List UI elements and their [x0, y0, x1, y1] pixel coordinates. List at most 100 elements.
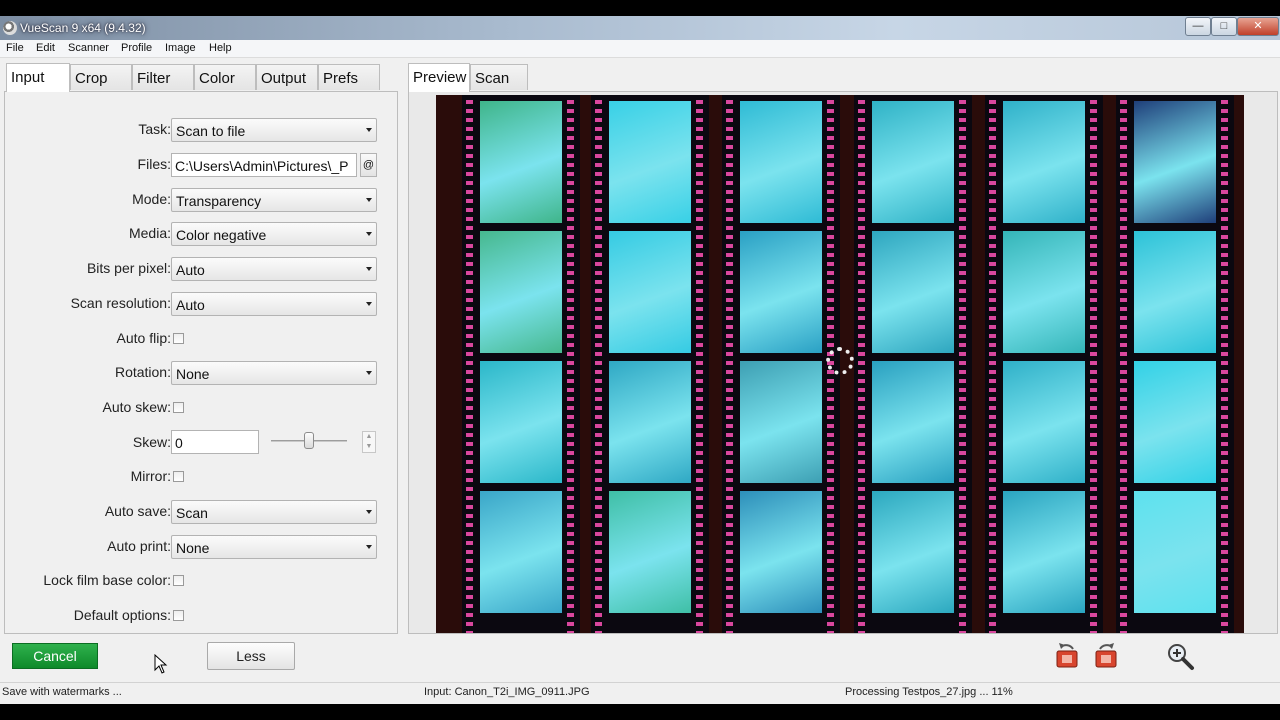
files-browse-button[interactable]: @: [360, 153, 377, 177]
cancel-button[interactable]: Cancel: [12, 643, 98, 669]
menu-edit[interactable]: Edit: [36, 42, 55, 54]
mode-select[interactable]: Transparency: [171, 188, 377, 212]
bits-per-pixel-value: Auto: [176, 262, 205, 278]
zoom-in-icon[interactable]: [1164, 640, 1196, 672]
maximize-button[interactable]: □: [1211, 17, 1237, 36]
close-button[interactable]: ✕: [1237, 17, 1279, 36]
auto-flip-checkbox[interactable]: [173, 333, 184, 344]
film-frame-thumbnail: [1003, 231, 1085, 353]
status-input-file: Input: Canon_T2i_IMG_0911.JPG: [424, 686, 590, 698]
skew-spinner[interactable]: ▲ ▼: [362, 431, 376, 453]
skew-input[interactable]: 0: [171, 430, 259, 454]
tab-crop[interactable]: Crop: [70, 64, 132, 90]
film-frame-thumbnail: [740, 491, 822, 613]
rotation-value: None: [176, 366, 210, 382]
rotation-label: Rotation:: [114, 364, 171, 380]
menu-image[interactable]: Image: [165, 42, 196, 54]
tab-filter[interactable]: Filter: [132, 64, 194, 90]
film-preview-image: [436, 95, 1244, 633]
auto-skew-checkbox[interactable]: [173, 402, 184, 413]
film-frame-thumbnail: [1003, 101, 1085, 223]
film-frame-thumbnail: [1134, 491, 1216, 613]
auto-skew-label: Auto skew:: [102, 399, 171, 415]
film-frame-thumbnail: [872, 231, 954, 353]
preview-area[interactable]: [408, 91, 1278, 634]
status-bar: Save with watermarks ... Input: Canon_T2…: [0, 682, 1280, 704]
rotate-left-icon[interactable]: [1053, 641, 1081, 669]
tab-output[interactable]: Output: [256, 64, 318, 90]
film-frame-thumbnail: [872, 491, 954, 613]
tab-scan[interactable]: Scan: [470, 64, 528, 90]
mirror-label: Mirror:: [130, 468, 171, 484]
tab-input[interactable]: Input: [6, 63, 70, 92]
film-frame-thumbnail: [609, 101, 691, 223]
film-strip: [854, 95, 972, 633]
auto-save-select[interactable]: Scan: [171, 500, 377, 524]
files-input[interactable]: C:\Users\Admin\Pictures\_P: [171, 153, 357, 177]
menu-profile[interactable]: Profile: [121, 42, 152, 54]
skew-label: Skew:: [132, 434, 171, 450]
film-sprocket-holes: [1120, 95, 1127, 633]
film-sprocket-holes: [1090, 95, 1097, 633]
auto-save-value: Scan: [176, 505, 208, 521]
status-left: Save with watermarks ...: [2, 686, 122, 698]
minimize-button[interactable]: —: [1185, 17, 1211, 36]
skew-slider-thumb[interactable]: [304, 432, 314, 449]
chevron-down-icon: [366, 198, 372, 202]
lock-film-base-color-checkbox[interactable]: [173, 575, 184, 586]
film-sprocket-holes: [726, 95, 733, 633]
film-sprocket-holes: [466, 95, 473, 633]
title-bar[interactable]: VueScan 9 x64 (9.4.32) — □ ✕: [0, 16, 1280, 40]
menu-scanner[interactable]: Scanner: [68, 42, 109, 54]
tab-color[interactable]: Color: [194, 64, 256, 90]
task-label: Task:: [138, 121, 171, 137]
app-window: VueScan 9 x64 (9.4.32) — □ ✕ File Edit S…: [0, 16, 1280, 704]
bits-per-pixel-select[interactable]: Auto: [171, 257, 377, 281]
film-sprocket-holes: [1221, 95, 1228, 633]
files-label: Files:: [137, 156, 171, 172]
film-frame-thumbnail: [1003, 361, 1085, 483]
default-options-checkbox[interactable]: [173, 610, 184, 621]
film-frame-thumbnail: [740, 231, 822, 353]
film-sprocket-holes: [567, 95, 574, 633]
film-frame-thumbnail: [480, 231, 562, 353]
film-sprocket-holes: [989, 95, 996, 633]
film-frame-thumbnail: [480, 361, 562, 483]
lock-film-base-color-label: Lock film base color:: [43, 572, 171, 588]
scan-resolution-select[interactable]: Auto: [171, 292, 377, 316]
film-frame-thumbnail: [872, 361, 954, 483]
status-progress: Processing Testpos_27.jpg ... 11%: [845, 686, 1013, 698]
spin-down-icon[interactable]: ▼: [363, 442, 375, 452]
preview-panel: Preview Scan: [408, 63, 1278, 634]
tab-prefs[interactable]: Prefs: [318, 64, 380, 90]
film-frame-thumbnail: [609, 231, 691, 353]
film-sprocket-holes: [595, 95, 602, 633]
menu-file[interactable]: File: [6, 42, 24, 54]
vuescan-app-icon: [3, 21, 17, 35]
less-button[interactable]: Less: [207, 642, 295, 670]
auto-print-select[interactable]: None: [171, 535, 377, 559]
rotation-select[interactable]: None: [171, 361, 377, 385]
menu-help[interactable]: Help: [209, 42, 232, 54]
film-frame-thumbnail: [740, 361, 822, 483]
task-value: Scan to file: [176, 123, 246, 139]
task-select[interactable]: Scan to file: [171, 118, 377, 142]
film-frame-thumbnail: [1134, 361, 1216, 483]
film-sprocket-holes: [858, 95, 865, 633]
mirror-checkbox[interactable]: [173, 471, 184, 482]
film-strip: [985, 95, 1103, 633]
spin-up-icon[interactable]: ▲: [363, 432, 375, 442]
media-value: Color negative: [176, 227, 267, 243]
chevron-down-icon: [366, 545, 372, 549]
rotate-right-icon[interactable]: [1092, 641, 1120, 669]
media-select[interactable]: Color negative: [171, 222, 377, 246]
window-title: VueScan 9 x64 (9.4.32): [20, 21, 146, 35]
menu-bar: File Edit Scanner Profile Image Help: [0, 40, 1280, 58]
film-frame-thumbnail: [1003, 491, 1085, 613]
film-sprocket-holes: [959, 95, 966, 633]
tab-preview[interactable]: Preview: [408, 63, 470, 92]
default-options-label: Default options:: [73, 607, 171, 623]
auto-print-value: None: [176, 540, 210, 556]
film-frame-thumbnail: [480, 491, 562, 613]
chevron-down-icon: [366, 267, 372, 271]
